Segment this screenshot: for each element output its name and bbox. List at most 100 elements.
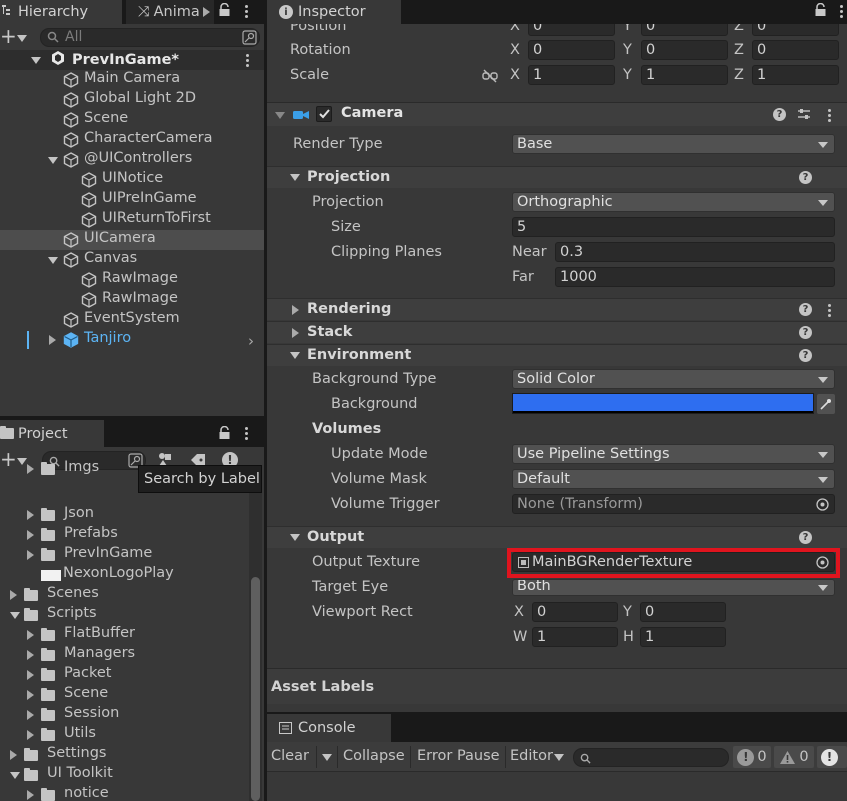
asset-labels-bar[interactable]: Asset Labels [267,668,847,704]
collapse-arrow-icon[interactable] [10,612,20,619]
expand-arrow-icon[interactable] [27,690,34,700]
target-eye-dropdown[interactable]: Both [512,579,835,596]
scale-y-field[interactable]: 1 [641,65,728,85]
tab-inspector[interactable]: i Inspector [267,0,401,24]
tab-project[interactable]: Project [0,420,104,447]
presets-icon[interactable] [797,107,811,125]
camera-menu-icon[interactable] [827,109,831,122]
rotation-x-field[interactable]: 0 [528,40,615,60]
projection-collapse-arrow-icon[interactable] [290,174,300,181]
projection-section-header[interactable]: Projection ? [267,166,847,188]
project-folder-item[interactable]: Scenes [0,585,248,605]
environment-collapse-arrow-icon[interactable] [290,352,300,359]
rendering-section-header[interactable]: Rendering ? [267,298,847,320]
hierarchy-item[interactable]: EventSystem [0,310,264,330]
position-x-field[interactable]: 0 [528,24,615,36]
camera-enabled-checkbox[interactable] [316,106,332,122]
hierarchy-menu-icon[interactable] [244,5,248,18]
output-help-icon[interactable]: ? [799,531,812,544]
scale-z-field[interactable]: 1 [752,65,839,85]
open-prefab-chevron-icon[interactable]: › [248,332,254,350]
viewport-x-field[interactable]: 0 [532,602,618,622]
tab-overflow-arrow-icon[interactable] [203,7,210,17]
hierarchy-item[interactable]: Global Light 2D [0,90,264,110]
scene-expand-arrow-icon[interactable] [31,56,41,64]
eyedropper-icon[interactable] [817,394,835,414]
project-folder-item[interactable]: Scene [0,685,248,705]
project-folder-item[interactable]: Packet [0,665,248,685]
hierarchy-item[interactable]: RawImage [0,270,264,290]
projection-dropdown[interactable]: Orthographic [512,192,835,212]
expand-arrow-icon[interactable] [10,590,17,600]
inspector-lock-icon[interactable] [815,2,826,21]
add-icon[interactable]: + [0,26,17,46]
object-picker-icon[interactable] [816,498,829,513]
collapse-arrow-icon[interactable] [48,157,58,164]
rendering-help-icon[interactable]: ? [799,303,812,316]
stack-help-icon[interactable]: ? [799,326,812,339]
expand-arrow-icon[interactable] [27,790,34,800]
rotation-y-field[interactable]: 0 [641,40,728,60]
hierarchy-search-input[interactable]: All [40,28,260,47]
expand-arrow-icon[interactable] [10,750,17,760]
constrain-proportions-icon[interactable] [482,69,498,87]
hierarchy-item[interactable]: Tanjiro › [0,330,264,350]
project-folder-item[interactable]: notice [0,785,248,801]
lock-icon[interactable] [219,2,230,21]
projection-help-icon[interactable]: ? [799,171,812,184]
editor-dropdown[interactable]: Editor [510,748,553,764]
project-scrollbar-thumb[interactable] [251,577,260,801]
project-folder-item[interactable]: PrevInGame [0,545,248,565]
rendering-menu-icon[interactable] [827,304,831,317]
viewport-w-field[interactable]: 1 [532,627,618,647]
camera-help-icon[interactable]: ? [773,108,786,121]
project-folder-item[interactable]: Managers [0,645,248,665]
expand-arrow-icon[interactable] [27,530,34,540]
tab-animation[interactable]: ⤨ Anima [126,0,214,24]
render-type-dropdown[interactable]: Base [512,134,835,154]
scene-menu-icon[interactable] [245,54,249,67]
viewport-h-field[interactable]: 1 [640,627,726,647]
hierarchy-item[interactable]: Scene [0,110,264,130]
expand-arrow-icon[interactable] [49,335,56,345]
collapse-arrow-icon[interactable] [48,257,58,264]
volume-trigger-field[interactable]: None (Transform) [512,494,835,514]
scene-row[interactable]: PrevInGame* [0,50,264,70]
tab-console[interactable]: Console [267,714,391,742]
size-field[interactable]: 5 [512,217,835,237]
collapse-arrow-icon[interactable] [10,772,20,779]
stack-expand-arrow-icon[interactable] [292,328,299,338]
project-scrollbar[interactable] [249,477,262,801]
project-folder-item[interactable]: Utils [0,725,248,745]
hierarchy-item[interactable]: UIPreInGame [0,190,264,210]
viewport-y-field[interactable]: 0 [640,602,726,622]
expand-arrow-icon[interactable] [27,670,34,680]
position-z-field[interactable]: 0 [752,24,839,36]
expand-arrow-icon[interactable] [27,730,34,740]
hierarchy-item[interactable]: Canvas [0,250,264,270]
environment-section-header[interactable]: Environment ? [267,344,847,366]
update-mode-dropdown[interactable]: Use Pipeline Settings [512,444,835,464]
project-folder-item[interactable]: Prefabs [0,525,248,545]
expand-arrow-icon[interactable] [27,464,34,474]
expand-arrow-icon[interactable] [27,510,34,520]
collapse-button[interactable]: Collapse [343,748,405,764]
rendering-expand-arrow-icon[interactable] [292,305,299,315]
error-pause-button[interactable]: Error Pause [417,748,500,764]
rotation-z-field[interactable]: 0 [752,40,839,60]
log-count-toggle[interactable]: ! 0 [733,746,771,768]
far-field[interactable]: 1000 [555,267,835,287]
search-scope-icon[interactable] [242,30,257,49]
tab-hierarchy[interactable]: Hierarchy [0,0,122,24]
expand-arrow-icon[interactable] [27,550,34,560]
stack-section-header[interactable]: Stack ? [267,321,847,343]
position-y-field[interactable]: 0 [641,24,728,36]
hierarchy-item[interactable]: RawImage [0,290,264,310]
hierarchy-item[interactable]: @UIControllers [0,150,264,170]
hierarchy-item[interactable]: UIReturnToFirst [0,210,264,230]
console-search-input[interactable] [573,748,729,767]
project-menu-icon[interactable] [244,427,248,440]
project-folder-item[interactable]: Json [0,505,248,525]
output-section-header[interactable]: Output ? [267,526,847,548]
expand-arrow-icon[interactable] [27,630,34,640]
